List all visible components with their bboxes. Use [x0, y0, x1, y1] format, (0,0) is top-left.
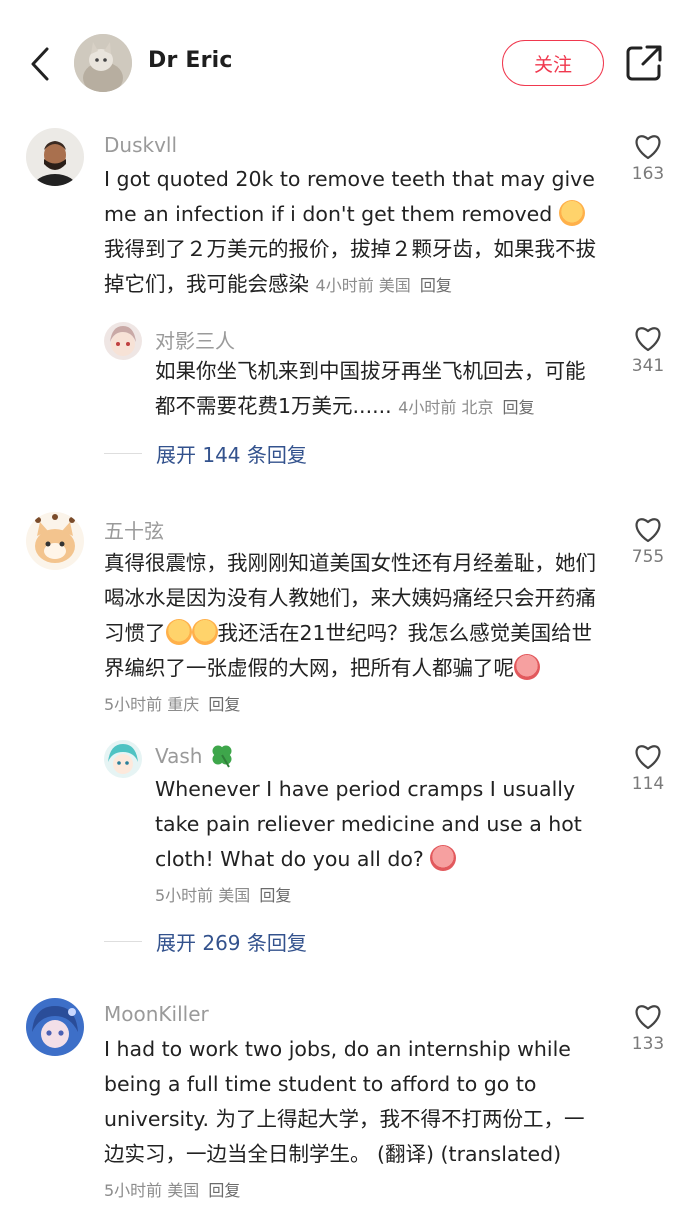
heart-icon — [635, 327, 661, 352]
chevron-left-icon — [31, 47, 49, 81]
like-button[interactable]: 114 — [624, 742, 672, 794]
heart-icon — [635, 1005, 661, 1030]
reply-button[interactable]: 回复 — [208, 1181, 240, 1200]
reply-meta: 5小时前 美国 回复 — [155, 886, 292, 905]
shocked-emoji-icon — [430, 845, 457, 871]
top-bar: Dr Eric 关注 — [0, 0, 690, 126]
reply-username[interactable]: Vash — [155, 742, 235, 768]
heart-icon — [635, 518, 661, 543]
expand-replies-button[interactable]: 展开 269 条回复 — [104, 927, 307, 956]
follow-button[interactable]: 关注 — [502, 40, 604, 86]
like-count: 755 — [631, 547, 665, 567]
reply-text: Whenever I have period cramps I usually … — [155, 777, 582, 905]
crying-emoji-icon — [558, 200, 585, 226]
expand-replies-button[interactable]: 展开 144 条回复 — [104, 439, 307, 468]
avatar[interactable] — [26, 128, 84, 186]
comment-meta: 4小时前 美国 回复 — [315, 276, 452, 295]
reply-button[interactable]: 回复 — [259, 886, 291, 905]
divider — [104, 941, 142, 942]
like-count: 133 — [631, 1034, 665, 1054]
avatar[interactable] — [104, 740, 142, 778]
reply-button[interactable]: 回复 — [503, 398, 535, 417]
comment-username[interactable]: Duskvll — [104, 133, 177, 157]
reply-button[interactable]: 回复 — [420, 276, 452, 295]
like-button[interactable]: 341 — [624, 324, 672, 376]
like-count: 163 — [631, 164, 665, 184]
reply-button[interactable]: 回复 — [208, 695, 240, 714]
back-button[interactable] — [22, 42, 58, 86]
like-count: 341 — [631, 356, 665, 376]
avatar[interactable] — [104, 322, 142, 360]
avatar[interactable] — [26, 512, 84, 570]
heart-icon — [635, 135, 661, 160]
crying-emoji-icon — [191, 619, 218, 645]
comment-username[interactable]: MoonKiller — [104, 1002, 209, 1026]
reply-text: 如果你坐飞机来到中国拔牙再坐飞机回去，可能都不需要花费1万美元...... 4小… — [155, 359, 586, 418]
profile-avatar[interactable] — [74, 34, 132, 92]
share-external-icon — [626, 45, 662, 81]
reply-meta: 4小时前 北京 回复 — [398, 398, 535, 417]
clover-icon — [212, 745, 232, 768]
like-button[interactable]: 163 — [624, 132, 672, 184]
comment-text: I got quoted 20k to remove teeth that ma… — [104, 167, 596, 296]
like-button[interactable]: 755 — [624, 515, 672, 567]
comment-meta: 5小时前 重庆 回复 — [104, 695, 241, 714]
comment-meta: 5小时前 美国 回复 — [104, 1181, 241, 1200]
avatar[interactable] — [26, 998, 84, 1056]
divider — [104, 453, 142, 454]
comment-text: 真得很震惊，我刚刚知道美国女性还有月经羞耻，她们喝冰水是因为没有人教她们，来大姨… — [104, 551, 596, 714]
like-button[interactable]: 133 — [624, 1002, 672, 1054]
like-count: 114 — [631, 774, 665, 794]
comment-username[interactable]: 五十弦 — [104, 515, 164, 544]
reply-username[interactable]: 对影三人 — [155, 325, 235, 354]
shocked-emoji-icon — [514, 654, 540, 680]
share-button[interactable] — [624, 43, 664, 83]
crying-emoji-icon — [165, 619, 192, 645]
comment-text: I had to work two jobs, do an internship… — [104, 1037, 585, 1200]
profile-name[interactable]: Dr Eric — [148, 48, 233, 73]
heart-icon — [635, 745, 661, 770]
